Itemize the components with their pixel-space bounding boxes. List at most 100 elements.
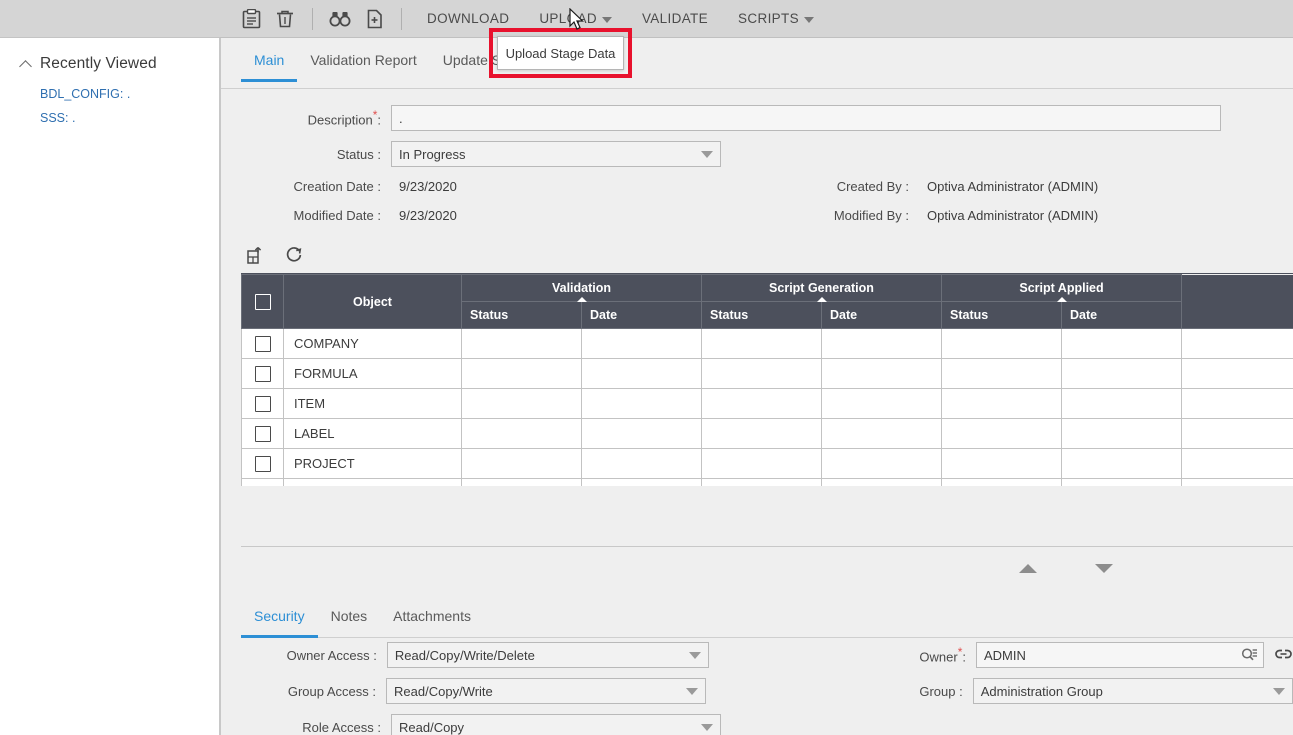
status-select[interactable]: In Progress (391, 141, 721, 167)
collapse-down-button[interactable] (1095, 564, 1113, 573)
cell-scriptgen-date (822, 449, 942, 479)
refresh-icon[interactable] (281, 243, 307, 267)
table-row[interactable]: FORMULA (242, 359, 1293, 389)
label-colon: : (372, 684, 376, 699)
upload-menu-item-upload-stage-data[interactable]: Upload Stage Data (497, 36, 624, 70)
owner-input[interactable] (976, 642, 1264, 668)
cell-scriptgen-status (702, 449, 822, 479)
row-checkbox[interactable] (255, 366, 271, 382)
role-access-select[interactable]: Read/Copy (391, 714, 721, 735)
cell-object: FORMULA (284, 359, 462, 389)
menu-validate-label: VALIDATE (642, 11, 708, 26)
save-icon[interactable] (234, 4, 268, 34)
tab-main[interactable]: Main (241, 38, 297, 81)
delete-icon[interactable] (268, 4, 302, 34)
sidebar-item-bdl-config[interactable]: BDL_CONFIG: . (0, 82, 219, 106)
select-all-header[interactable] (242, 275, 284, 329)
description-input[interactable] (391, 105, 1221, 131)
column-group-script-applied[interactable]: Script Applied (942, 275, 1182, 302)
cell-scriptgen-date (822, 479, 942, 487)
row-checkbox[interactable] (255, 426, 271, 442)
column-header-validation-date[interactable]: Date (582, 302, 702, 329)
created-by-value: Optiva Administrator (ADMIN) (927, 179, 1098, 194)
column-group-script-generation[interactable]: Script Generation (702, 275, 942, 302)
collapse-up-button[interactable] (1019, 564, 1037, 573)
select-all-checkbox[interactable] (255, 294, 271, 310)
chevron-down-icon (689, 652, 701, 659)
menu-validate[interactable]: VALIDATE (627, 4, 723, 34)
tab-validation-report[interactable]: Validation Report (297, 38, 429, 81)
label-colon: : (377, 720, 381, 735)
row-checkbox[interactable] (255, 396, 271, 412)
sidebar-item-sss[interactable]: SSS: . (0, 106, 219, 130)
menu-scripts[interactable]: SCRIPTS (723, 4, 829, 34)
sidebar-top-strip (0, 0, 220, 38)
row-select-cell[interactable] (242, 449, 284, 479)
cell-scriptapplied-date (1062, 449, 1182, 479)
table-row[interactable]: COMPANY (242, 329, 1293, 359)
column-header-scriptgen-date[interactable]: Date (822, 302, 942, 329)
row-checkbox[interactable] (255, 336, 271, 352)
label-colon: : (959, 684, 963, 699)
modified-date-label-text: Modified Date (294, 208, 374, 223)
row-select-cell[interactable] (242, 389, 284, 419)
cell-scriptgen-status (702, 479, 822, 487)
chevron-down-icon (804, 17, 814, 23)
tab-attachments[interactable]: Attachments (380, 594, 484, 637)
cell-scriptapplied-date (1062, 419, 1182, 449)
toolbar-divider-2 (401, 8, 402, 30)
modified-by-label-text: Modified By (834, 208, 902, 223)
link-icon[interactable] (1274, 647, 1293, 664)
cell-scriptgen-date (822, 389, 942, 419)
row-select-cell[interactable] (242, 329, 284, 359)
table-row[interactable]: LABEL (242, 419, 1293, 449)
cell-spacer (1182, 419, 1293, 449)
restore-button[interactable] (1057, 566, 1075, 572)
group-access-select[interactable]: Read/Copy/Write (386, 678, 706, 704)
column-header-validation-date-label: Date (590, 308, 617, 322)
table-row[interactable] (242, 479, 1293, 487)
column-header-scriptapplied-date-label: Date (1070, 308, 1097, 322)
cell-scriptgen-date (822, 419, 942, 449)
objects-table-container[interactable]: Object Validation Script Generation Scri… (241, 273, 1293, 486)
modified-by-value: Optiva Administrator (ADMIN) (927, 208, 1098, 223)
column-header-spacer (1182, 275, 1293, 329)
table-row[interactable]: ITEM (242, 389, 1293, 419)
row-select-cell[interactable] (242, 419, 284, 449)
menu-download-label: DOWNLOAD (427, 11, 509, 26)
upload-stage-data-label: Upload Stage Data (506, 46, 616, 61)
cell-scriptgen-status (702, 419, 822, 449)
detail-form: Description*: Status : In Progress Creat… (221, 89, 1293, 223)
table-row[interactable]: PROJECT (242, 449, 1293, 479)
row-select-cell[interactable] (242, 479, 284, 487)
column-group-validation[interactable]: Validation (462, 275, 702, 302)
column-header-object[interactable]: Object (284, 275, 462, 329)
cell-scriptapplied-status (942, 449, 1062, 479)
find-icon[interactable] (323, 4, 357, 34)
column-header-scriptapplied-status[interactable]: Status (942, 302, 1062, 329)
owner-access-label-text: Owner Access (287, 648, 370, 663)
tab-main-label: Main (254, 52, 284, 68)
tab-security[interactable]: Security (241, 594, 318, 637)
label-colon: : (905, 179, 909, 194)
cell-validation-date (582, 449, 702, 479)
new-document-icon[interactable] (357, 4, 391, 34)
owner-access-value: Read/Copy/Write/Delete (395, 648, 535, 663)
description-label: Description*: (221, 108, 381, 127)
tab-notes[interactable]: Notes (318, 594, 381, 637)
row-select-cell[interactable] (242, 359, 284, 389)
chevron-down-icon (602, 17, 612, 23)
group-access-label-text: Group Access (288, 684, 369, 699)
main-content: Main Validation Report Update S Descript… (220, 38, 1293, 735)
row-checkbox[interactable] (255, 456, 271, 472)
column-header-object-label: Object (353, 295, 392, 309)
column-header-scriptgen-status[interactable]: Status (702, 302, 822, 329)
sidebar-section-recently-viewed[interactable]: Recently Viewed (0, 52, 219, 76)
column-header-validation-status[interactable]: Status (462, 302, 582, 329)
cell-scriptapplied-date (1062, 389, 1182, 419)
search-lookup-icon[interactable] (1241, 647, 1258, 666)
export-grid-icon[interactable] (241, 243, 267, 267)
column-header-scriptapplied-date[interactable]: Date (1062, 302, 1182, 329)
group-select[interactable]: Administration Group (973, 678, 1293, 704)
owner-access-select[interactable]: Read/Copy/Write/Delete (387, 642, 709, 668)
